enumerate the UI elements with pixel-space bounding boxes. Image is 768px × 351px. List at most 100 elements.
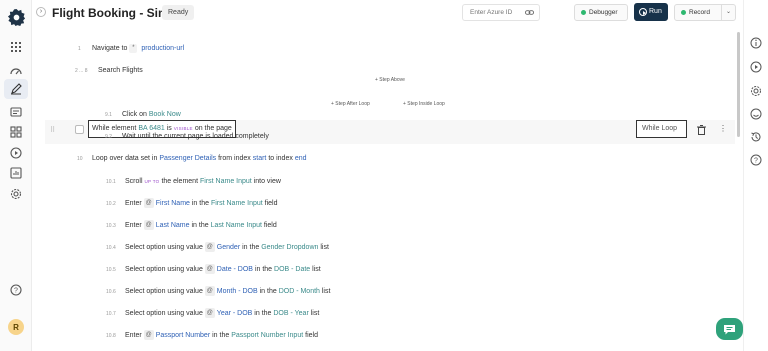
header: Flight Booking - Sim... Ready Debugger R… bbox=[50, 0, 758, 26]
step-text: Wait until the current page is loaded co… bbox=[122, 133, 269, 140]
step-number: 10.2 bbox=[106, 201, 116, 207]
list-item[interactable]: 9.1 Click on Book Now bbox=[45, 105, 735, 125]
element-value[interactable]: DOD - Month bbox=[279, 288, 320, 295]
list-item[interactable]: 1 Navigate to * production-url bbox=[45, 39, 735, 59]
play-circle-icon[interactable] bbox=[750, 61, 762, 73]
element-value[interactable]: DOB - Date bbox=[274, 266, 310, 273]
step-text: the element bbox=[161, 178, 199, 185]
chat-icon bbox=[724, 324, 735, 334]
step-text: list bbox=[312, 266, 321, 273]
link-icon[interactable] bbox=[525, 8, 534, 17]
list-item[interactable]: 10.3 Enter @ Last Name in the Last Name I… bbox=[45, 216, 735, 236]
step-text: in the bbox=[242, 244, 260, 251]
step-text: field bbox=[264, 200, 278, 207]
step-number: 1 bbox=[78, 46, 81, 52]
step-text: Loop over data set in bbox=[92, 155, 158, 162]
step-text: list bbox=[320, 244, 329, 251]
editor-icon[interactable] bbox=[9, 82, 23, 96]
test-data-value[interactable]: Date - DOB bbox=[217, 266, 253, 273]
right-sidebar: ? bbox=[743, 0, 768, 351]
record-dot-icon bbox=[681, 10, 686, 15]
end-index-value[interactable]: end bbox=[295, 155, 307, 162]
test-data-icon: * bbox=[129, 43, 138, 53]
data-set-value[interactable]: Passenger Details bbox=[159, 155, 216, 162]
scrollbar[interactable] bbox=[737, 32, 740, 137]
record-label: Record bbox=[689, 9, 710, 16]
start-index-value[interactable]: start bbox=[253, 155, 267, 162]
at-icon: @ bbox=[204, 286, 215, 297]
step-text: Scroll bbox=[125, 178, 143, 185]
avatar[interactable]: R bbox=[8, 319, 24, 335]
reports-icon[interactable] bbox=[9, 166, 23, 180]
page-title: Flight Booking - Sim... bbox=[52, 6, 179, 20]
step-text: to index bbox=[268, 155, 293, 162]
test-data-value[interactable]: First Name bbox=[156, 200, 190, 207]
list-item[interactable]: 10.7 Select option using value @ Year - D… bbox=[45, 304, 735, 324]
step-text: list bbox=[321, 288, 331, 295]
info-icon[interactable] bbox=[750, 37, 762, 49]
list-item[interactable]: 9.2 Wait until the current page is loade… bbox=[45, 127, 735, 147]
step-number: 2 ... 8 bbox=[75, 68, 88, 74]
element-value[interactable]: Gender Dropdown bbox=[261, 244, 318, 251]
step-text: in the bbox=[259, 288, 277, 295]
step-text: Select option using value bbox=[125, 288, 203, 295]
history-icon[interactable] bbox=[750, 131, 762, 143]
list-item[interactable]: 10.6 Select option using value @ Month - … bbox=[45, 282, 735, 302]
step-number: 10.6 bbox=[106, 289, 116, 295]
list-item[interactable]: 10.1 Scroll UP TO the element First Name… bbox=[45, 172, 735, 192]
step-number: 10.7 bbox=[106, 311, 116, 317]
debugger-button[interactable]: Debugger bbox=[574, 4, 628, 21]
azure-id-field[interactable] bbox=[462, 4, 540, 21]
grid-icon[interactable] bbox=[9, 125, 23, 139]
azure-id-input[interactable] bbox=[470, 9, 522, 16]
at-icon: @ bbox=[143, 330, 154, 341]
settings-icon[interactable] bbox=[9, 187, 23, 201]
list-item[interactable]: 10.2 Enter @ First Name in the First Name… bbox=[45, 194, 735, 214]
test-data-value[interactable]: production-url bbox=[141, 45, 184, 52]
apps-icon[interactable] bbox=[9, 40, 23, 54]
scroll-direction-value[interactable]: UP TO bbox=[144, 179, 159, 184]
step-text: list bbox=[310, 310, 320, 317]
test-data-value[interactable]: Last Name bbox=[156, 222, 190, 229]
status-dot-icon bbox=[581, 10, 586, 15]
step-text: Click on bbox=[122, 111, 147, 118]
element-value[interactable]: First Name Input bbox=[200, 178, 252, 185]
record-button[interactable]: Record ⌄ bbox=[674, 4, 736, 21]
element-value[interactable]: DOB - Year bbox=[273, 310, 308, 317]
dashboard-icon[interactable] bbox=[9, 65, 23, 79]
gear-logo-icon[interactable] bbox=[7, 8, 26, 27]
run-button[interactable]: Run bbox=[634, 3, 668, 21]
collapse-sidebar-button[interactable]: › bbox=[36, 7, 46, 17]
at-icon: @ bbox=[204, 242, 215, 253]
element-value[interactable]: Book Now bbox=[149, 111, 181, 118]
help-icon[interactable]: ? bbox=[9, 283, 23, 297]
help-icon[interactable]: ? bbox=[750, 154, 762, 166]
play-icon bbox=[639, 8, 647, 16]
element-value[interactable]: Last Name Input bbox=[211, 222, 262, 229]
step-text: in the bbox=[212, 332, 230, 339]
test-data-value[interactable]: Year - DOB bbox=[217, 310, 253, 317]
settings-icon[interactable] bbox=[750, 85, 762, 97]
test-data-value[interactable]: Passport Number bbox=[156, 332, 210, 339]
chat-button[interactable] bbox=[716, 318, 743, 340]
play-circle-icon[interactable] bbox=[9, 146, 23, 160]
step-text: field bbox=[305, 332, 318, 339]
step-text: in the bbox=[254, 310, 272, 317]
list-item[interactable]: 10.5 Select option using value @ Date - D… bbox=[45, 260, 735, 280]
list-item[interactable]: 10.4 Select option using value @ Gender i… bbox=[45, 238, 735, 258]
list-item[interactable]: 10 Loop over data set in Passenger Detai… bbox=[45, 149, 735, 169]
step-text: Select option using value bbox=[125, 244, 203, 251]
element-value[interactable]: First Name Input bbox=[211, 200, 263, 207]
element-value[interactable]: Passport Number Input bbox=[231, 332, 303, 339]
test-data-value[interactable]: Month - DOB bbox=[217, 288, 258, 295]
chat-smile-icon[interactable] bbox=[750, 108, 762, 120]
step-number: 9.2 bbox=[105, 134, 112, 140]
run-label: Run bbox=[649, 8, 662, 15]
list-item[interactable]: 10.8 Enter @ Passport Number in the Passp… bbox=[45, 326, 735, 346]
step-group-title: Search Flights bbox=[98, 67, 143, 74]
chevron-down-icon[interactable]: ⌄ bbox=[721, 5, 735, 20]
add-step-above-link[interactable]: + Step Above bbox=[375, 77, 405, 83]
test-data-value[interactable]: Gender bbox=[217, 244, 240, 251]
step-text: Select option using value bbox=[125, 266, 203, 273]
runs-icon[interactable] bbox=[9, 105, 23, 119]
